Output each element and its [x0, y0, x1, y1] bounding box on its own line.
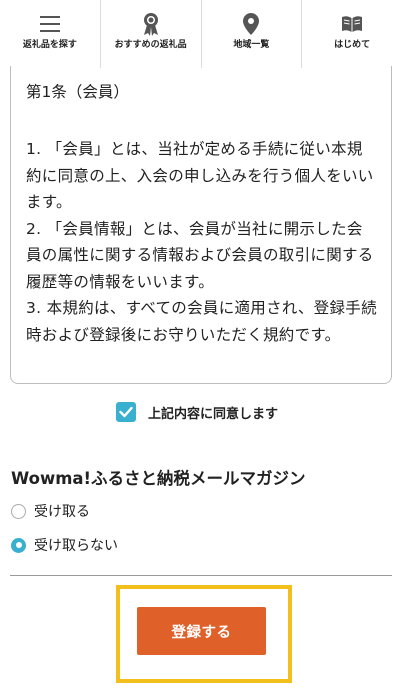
ribbon-icon [141, 12, 161, 36]
agree-label: 上記内容に同意します [148, 406, 279, 422]
checkmark-icon [119, 406, 133, 418]
agree-checkbox-row[interactable]: 上記内容に同意します [116, 402, 278, 422]
location-pin-icon [243, 12, 260, 36]
agree-checkbox[interactable] [116, 402, 136, 422]
nav-label: 地域一覧 [233, 40, 270, 50]
terms-paragraph: 3. 本規約は、すべての会員に適用され、登録手続時および登録後にお守りいただく規… [26, 299, 377, 344]
nav-first-time[interactable]: はじめて [302, 0, 402, 68]
terms-spacer [26, 107, 377, 136]
nav-recommended[interactable]: おすすめの返礼品 [101, 0, 202, 68]
newsletter-title: Wowma!ふるさと納税メールマガジン [11, 469, 306, 488]
terms-scroll-box[interactable]: 第1条（会員） 1. 「会員」とは、当社が定める手続に従い本規約に同意の上、入会… [10, 66, 392, 384]
menu-icon [39, 12, 61, 36]
radio-button-selected[interactable] [11, 537, 26, 553]
newsletter-option-decline[interactable]: 受け取らない [11, 535, 118, 555]
nav-label: 返礼品を探す [22, 40, 77, 50]
book-icon [341, 12, 363, 36]
nav-label: はじめて [334, 40, 371, 50]
register-button[interactable]: 登録する [137, 607, 266, 655]
top-navigation: 返礼品を探す おすすめの返礼品 地域一覧 はじめて [0, 0, 402, 68]
terms-paragraph: 2. 「会員情報」とは、会員が当社に開示した会員の属性に関する情報および会員の取… [26, 219, 374, 291]
nav-label: おすすめの返礼品 [114, 40, 187, 50]
terms-paragraph: 1. 「会員」とは、当社が定める手続に従い本規約に同意の上、入会の申し込みを行う… [26, 140, 374, 211]
nav-find-gifts[interactable]: 返礼品を探す [0, 0, 101, 68]
divider [10, 575, 392, 576]
radio-label: 受け取らない [34, 538, 118, 554]
newsletter-option-receive[interactable]: 受け取る [11, 501, 90, 521]
terms-heading: 第1条（会員） [26, 83, 129, 101]
nav-regions[interactable]: 地域一覧 [202, 0, 303, 68]
radio-label: 受け取る [34, 504, 90, 520]
radio-button[interactable] [11, 503, 26, 519]
